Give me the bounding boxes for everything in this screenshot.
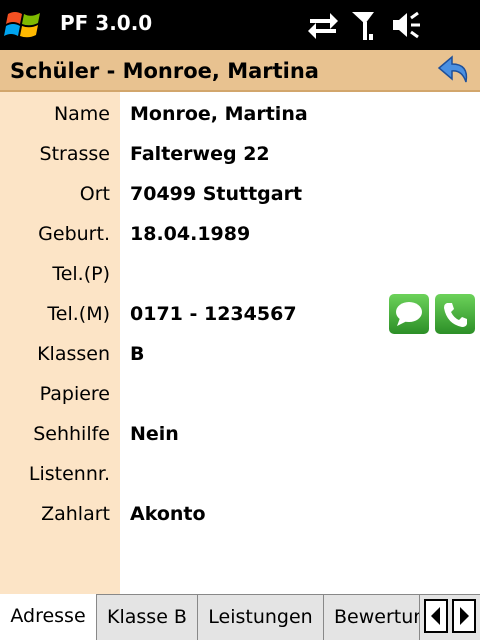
- status-bar: PF 3.0.0: [0, 0, 480, 50]
- field-row-klassen: Klassen B: [0, 334, 480, 374]
- back-arrow-icon[interactable]: [436, 54, 472, 88]
- field-value-ort: 70499 Stuttgart: [130, 183, 303, 205]
- tab-leistungen[interactable]: Leistungen: [198, 595, 324, 640]
- field-label-klassen: Klassen: [37, 343, 110, 365]
- tab-scroll-right-button[interactable]: [452, 599, 476, 633]
- field-label-listennr: Listennr.: [28, 463, 110, 485]
- phone-call-icon: [444, 303, 467, 327]
- field-value-name: Monroe, Martina: [130, 103, 308, 125]
- tab-scroll-left-button[interactable]: [424, 599, 448, 633]
- page-header: Schüler - Monroe, Martina: [0, 50, 480, 92]
- field-label-geburt: Geburt.: [38, 223, 110, 245]
- field-value-klassen: B: [130, 343, 145, 365]
- call-button[interactable]: [435, 294, 475, 334]
- field-value-strasse: Falterweg 22: [130, 143, 270, 165]
- field-label-papiere: Papiere: [39, 383, 110, 405]
- tab-bewertungen[interactable]: Bewertungen: [324, 595, 420, 640]
- page-title: Schüler - Monroe, Martina: [10, 59, 319, 83]
- field-value-zahlart: Akonto: [130, 503, 206, 525]
- tab-bar: Adresse Klasse B Leistungen Bewertungen: [0, 594, 480, 640]
- field-label-tel-m: Tel.(M): [47, 303, 110, 325]
- sms-button[interactable]: [389, 294, 429, 334]
- tab-klasse-b[interactable]: Klasse B: [97, 595, 198, 640]
- field-label-sehhilfe: Sehhilfe: [33, 423, 110, 445]
- field-row-name: Name Monroe, Martina: [0, 94, 480, 134]
- field-value-geburt: 18.04.1989: [130, 223, 251, 245]
- field-value-sehhilfe: Nein: [130, 423, 179, 445]
- field-row-papiere: Papiere: [0, 374, 480, 414]
- tab-adresse[interactable]: Adresse: [0, 594, 97, 640]
- field-row-tel-p: Tel.(P): [0, 254, 480, 294]
- field-row-listennr: Listennr.: [0, 454, 480, 494]
- sms-bubble-icon: [396, 302, 422, 326]
- field-row-zahlart: Zahlart Akonto: [0, 494, 480, 534]
- field-row-sehhilfe: Sehhilfe Nein: [0, 414, 480, 454]
- app-title: PF 3.0.0: [60, 11, 153, 35]
- field-row-ort: Ort 70499 Stuttgart: [0, 174, 480, 214]
- sync-arrows-icon[interactable]: [306, 8, 340, 42]
- triangle-right-icon: [460, 607, 469, 625]
- field-row-strasse: Strasse Falterweg 22: [0, 134, 480, 174]
- field-label-tel-p: Tel.(P): [52, 263, 110, 285]
- field-value-tel-m: 0171 - 1234567: [130, 303, 297, 325]
- speaker-volume-icon[interactable]: [390, 8, 424, 42]
- field-label-ort: Ort: [79, 183, 110, 205]
- field-label-zahlart: Zahlart: [41, 503, 110, 525]
- field-label-strasse: Strasse: [39, 143, 110, 165]
- field-row-geburt: Geburt. 18.04.1989: [0, 214, 480, 254]
- field-label-name: Name: [53, 103, 110, 125]
- windows-start-icon[interactable]: [4, 6, 44, 44]
- triangle-left-icon: [431, 607, 440, 625]
- signal-antenna-icon[interactable]: [349, 8, 383, 42]
